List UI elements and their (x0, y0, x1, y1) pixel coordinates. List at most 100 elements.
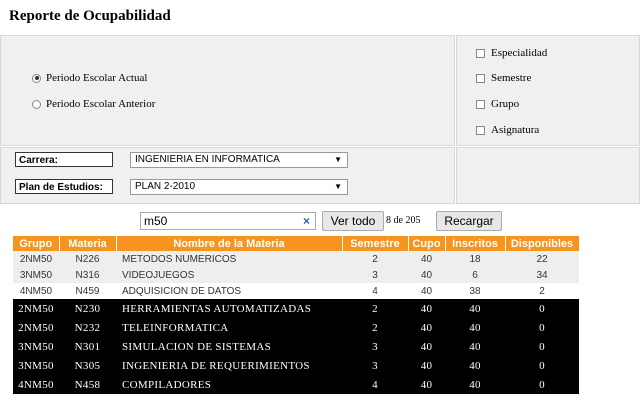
plan-value: PLAN 2-2010 (135, 181, 196, 192)
col-header-disponibles[interactable]: Disponibles (505, 236, 580, 251)
clear-icon[interactable]: × (303, 213, 310, 229)
periodo-panel (0, 35, 455, 146)
checkbox-label: Semestre (491, 72, 532, 84)
cell-nombre: ADQUISICION DE DATOS (122, 285, 242, 297)
table-row[interactable]: 4NM50 N459 ADQUISICION DE DATOS 4 40 38 … (13, 283, 579, 299)
cell-inscritos: 40 (445, 356, 505, 375)
cell-disponibles: 0 (505, 299, 579, 318)
cell-materia: N305 (59, 356, 116, 375)
cell-disponibles: 0 (505, 337, 579, 356)
radio-button[interactable] (32, 99, 41, 109)
cell-materia: N226 (59, 251, 116, 267)
table-row[interactable]: 4NM50 N458 COMPILADORES 4 40 40 0 (13, 375, 579, 394)
radio-label: Periodo Escolar Anterior (46, 98, 156, 110)
search-value: m50 (144, 214, 168, 228)
radio-periodo-actual[interactable]: Periodo Escolar Actual (32, 72, 147, 84)
cell-semestre: 3 (342, 337, 408, 356)
cell-grupo: 3NM50 (13, 267, 59, 283)
cell-disponibles: 22 (505, 251, 579, 267)
dropdown-arrow-icon: ▼ (334, 155, 342, 164)
cell-inscritos: 40 (445, 318, 505, 337)
table-row[interactable]: 2NM50 N230 HERRAMIENTAS AUTOMATIZADAS 2 … (13, 299, 579, 318)
cell-nombre: SIMULACION DE SISTEMAS (116, 337, 342, 356)
radio-button[interactable] (32, 73, 41, 83)
checkbox-especialidad[interactable]: Especialidad (476, 47, 547, 59)
radio-periodo-anterior[interactable]: Periodo Escolar Anterior (32, 98, 155, 110)
col-header-inscritos[interactable]: Inscritos (445, 236, 506, 251)
checkbox-label: Especialidad (491, 47, 548, 59)
recargar-button[interactable]: Recargar (436, 211, 502, 231)
plan-label: Plan de Estudios: (15, 179, 113, 194)
checkbox-grupo[interactable]: Grupo (476, 98, 519, 110)
cell-inscritos: 18 (445, 251, 505, 267)
cell-semestre: 2 (342, 251, 408, 267)
cell-cupo: 40 (420, 285, 433, 297)
table-row[interactable]: 2NM50 N232 TELEINFORMATICA 2 40 40 0 (13, 318, 579, 337)
checkbox[interactable] (476, 48, 485, 58)
cell-semestre: 2 (342, 318, 408, 337)
cell-nombre: TELEINFORMATICA (116, 318, 342, 337)
table-header-row: Grupo Materia Nombre de la Materia Semes… (13, 236, 580, 251)
col-header-materia[interactable]: Materia (59, 236, 117, 251)
occupancy-table: Grupo Materia Nombre de la Materia Semes… (13, 236, 580, 394)
cell-semestre: 3 (342, 356, 408, 375)
cell-materia: N301 (59, 337, 116, 356)
cell-cupo: 40 (408, 337, 445, 356)
cell-materia: N458 (59, 375, 116, 394)
col-header-cupo[interactable]: Cupo (408, 236, 446, 251)
col-header-nombre[interactable]: Nombre de la Materia (116, 236, 343, 251)
cell-inscritos: 40 (445, 337, 505, 356)
cell-grupo: 3NM50 (13, 337, 59, 356)
cell-nombre: INGENIERIA DE REQUERIMIENTOS (116, 356, 342, 375)
checkbox[interactable] (476, 73, 485, 83)
cell-inscritos: 6 (445, 267, 505, 283)
cell-disponibles: 34 (505, 267, 579, 283)
cell-disponibles: 0 (505, 356, 579, 375)
cell-semestre: 2 (342, 299, 408, 318)
checkbox-label: Asignatura (491, 124, 540, 136)
carrera-label: Carrera: (15, 152, 113, 167)
cell-nombre: VIDEOJUEGOS (116, 267, 342, 283)
checkbox-label: Grupo (491, 98, 520, 110)
cell-nombre: HERRAMIENTAS AUTOMATIZADAS (116, 299, 342, 318)
cell-inscritos: 40 (445, 375, 505, 394)
cell-grupo: 3NM50 (13, 356, 59, 375)
cell-cupo: 40 (408, 299, 445, 318)
cell-grupo: 2NM50 (13, 251, 59, 267)
cell-cupo: 40 (408, 267, 445, 283)
table-row[interactable]: 3NM50 N316 VIDEOJUEGOS 3 40 6 34 (13, 267, 579, 283)
page-title: Reporte de Ocupabilidad (9, 8, 171, 24)
cell-cupo: 40 (408, 318, 445, 337)
checkbox[interactable] (476, 125, 485, 135)
cell-inscritos: 38 (469, 285, 481, 297)
cell-semestre: 4 (372, 285, 378, 297)
cell-inscritos: 40 (445, 299, 505, 318)
cell-materia: N232 (59, 318, 116, 337)
checkbox-asignatura[interactable]: Asignatura (476, 124, 539, 136)
ver-todo-button[interactable]: Ver todo (322, 211, 384, 231)
checkbox-semestre[interactable]: Semestre (476, 72, 531, 84)
cell-nombre: METODOS NUMERICOS (116, 251, 342, 267)
table-row[interactable]: 3NM50 N301 SIMULACION DE SISTEMAS 3 40 4… (13, 337, 579, 356)
table-row[interactable]: 2NM50 N226 METODOS NUMERICOS 2 40 18 22 (13, 251, 579, 267)
cell-disponibles: 2 (539, 285, 545, 297)
carrera-value: INGENIERIA EN INFORMATICA (135, 154, 280, 165)
dropdown-arrow-icon: ▼ (334, 182, 342, 191)
cell-disponibles: 0 (505, 318, 579, 337)
checkbox[interactable] (476, 99, 485, 109)
cell-cupo: 40 (408, 356, 445, 375)
cell-grupo: 2NM50 (13, 299, 59, 318)
col-header-semestre[interactable]: Semestre (342, 236, 409, 251)
cell-grupo: 2NM50 (13, 318, 59, 337)
radio-label: Periodo Escolar Actual (46, 72, 148, 84)
empty-panel (456, 147, 640, 204)
cell-grupo: 4NM50 (19, 285, 53, 297)
record-count: 8 de 205 (386, 215, 421, 226)
carrera-select[interactable]: INGENIERIA EN INFORMATICA ▼ (130, 152, 348, 168)
cell-grupo: 4NM50 (13, 375, 59, 394)
col-header-grupo[interactable]: Grupo (13, 236, 60, 251)
cell-semestre: 4 (342, 375, 408, 394)
plan-select[interactable]: PLAN 2-2010 ▼ (130, 179, 348, 195)
search-input[interactable]: m50 × (140, 212, 316, 230)
table-row[interactable]: 3NM50 N305 INGENIERIA DE REQUERIMIENTOS … (13, 356, 579, 375)
